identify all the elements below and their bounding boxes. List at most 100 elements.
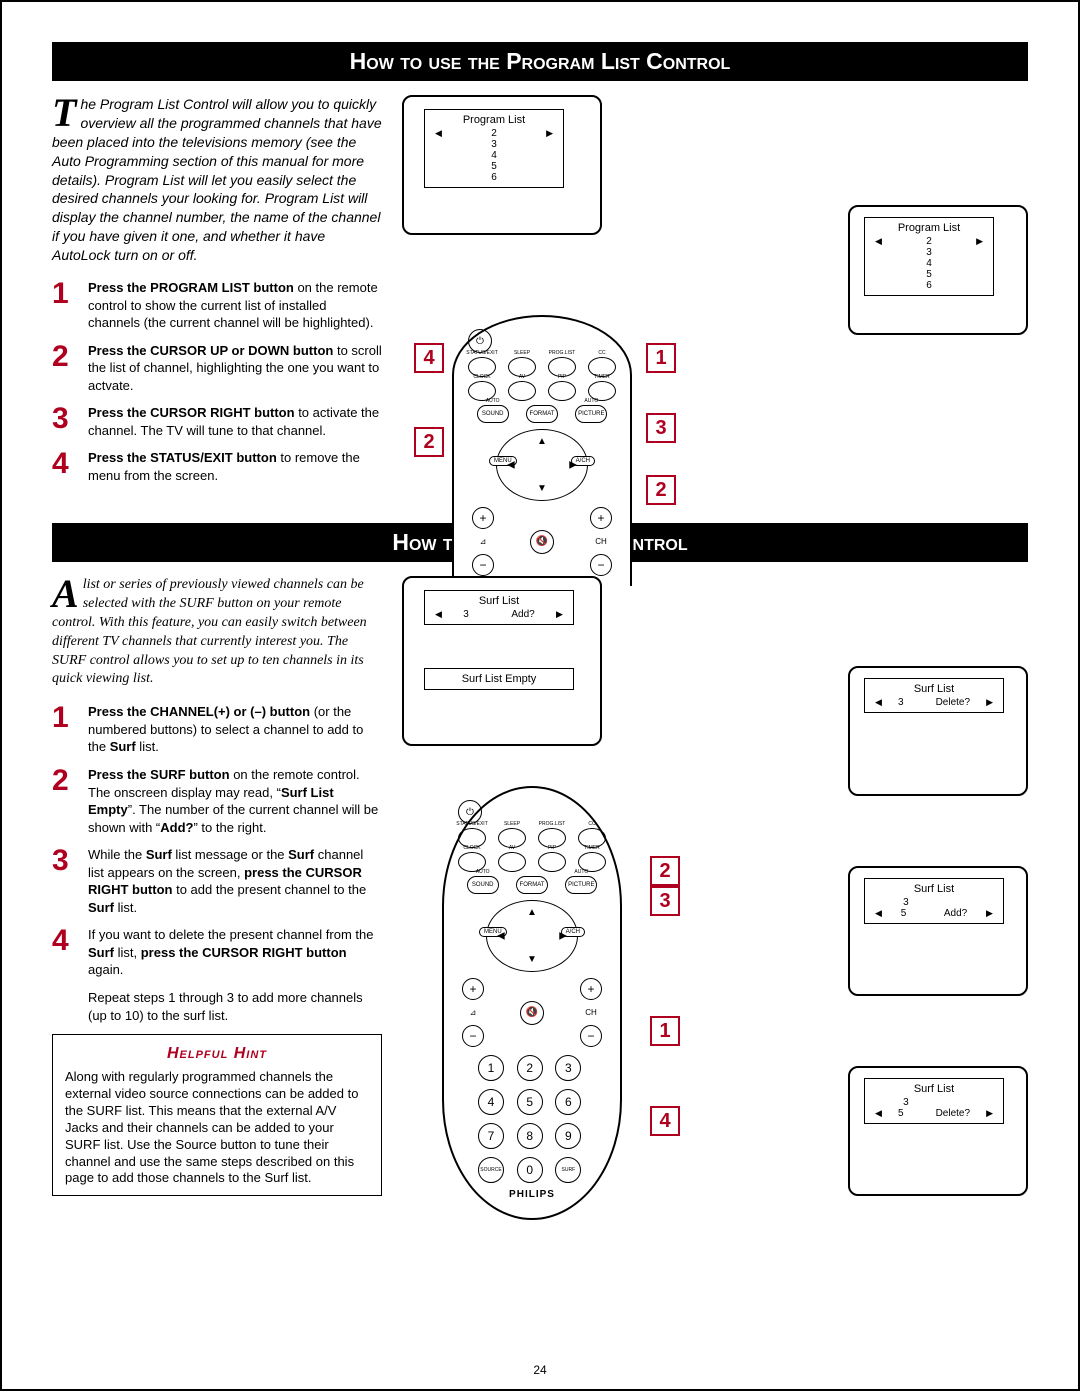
- button-label: FORMAT: [530, 411, 555, 417]
- page-number: 24: [2, 1363, 1078, 1377]
- callout-1: 1: [646, 343, 676, 373]
- num-8[interactable]: 8: [517, 1123, 543, 1149]
- surf-osd-title-3: Surf List: [871, 883, 997, 895]
- step-number: 4: [52, 926, 74, 979]
- num-9[interactable]: 9: [555, 1123, 581, 1149]
- ch-up[interactable]: +: [580, 978, 602, 1000]
- mute-button[interactable]: 🔇: [520, 1001, 544, 1025]
- cursor-left-icon[interactable]: ◀: [507, 460, 515, 471]
- button-top-label: AUTO: [476, 869, 490, 875]
- osd-item: 2: [926, 236, 932, 247]
- repeat-note: Repeat steps 1 through 3 to add more cha…: [88, 989, 382, 1024]
- vol-label: ⊿: [480, 537, 487, 546]
- ch-up[interactable]: +: [590, 507, 612, 529]
- cursor-up-icon[interactable]: ▲: [527, 907, 537, 918]
- ch-down[interactable]: −: [590, 554, 612, 576]
- vol-label: ⊿: [470, 1008, 477, 1017]
- step-text: Press the SURF button on the remote cont…: [88, 766, 382, 836]
- av-button[interactable]: AV: [498, 852, 526, 872]
- surf-osd-title-1: Surf List: [431, 595, 567, 607]
- dpad[interactable]: MENU A/CH ▲ ▼ ◀ ▶: [486, 900, 578, 972]
- surf-num-3a: 3: [903, 897, 909, 908]
- pip-button[interactable]: PIP: [548, 381, 576, 401]
- picture-button[interactable]: AUTOPICTURE: [565, 876, 597, 894]
- arrow-right-icon: ▶: [986, 1108, 993, 1119]
- button-label: SLEEP: [504, 821, 520, 827]
- num-7[interactable]: 7: [478, 1123, 504, 1149]
- intro-surf: Alist or series of previously viewed cha…: [52, 576, 382, 689]
- arrow-left-icon: ◀: [435, 128, 442, 139]
- arrow-left-icon: ◀: [875, 908, 882, 919]
- button-label: FORMAT: [520, 882, 545, 888]
- button-label: PROG.LIST: [549, 350, 576, 356]
- format-button[interactable]: FORMAT: [526, 405, 558, 423]
- mute-button[interactable]: 🔇: [530, 530, 554, 554]
- button-label: SLEEP: [514, 350, 530, 356]
- arrow-right-icon: ▶: [546, 128, 553, 139]
- surf-action-delete: Delete?: [936, 697, 970, 708]
- cursor-left-icon[interactable]: ◀: [497, 931, 505, 942]
- step-text: Press the PROGRAM LIST button on the rem…: [88, 279, 382, 332]
- picture-button[interactable]: AUTOPICTURE: [575, 405, 607, 423]
- vol-up[interactable]: +: [462, 978, 484, 1000]
- ch-down[interactable]: −: [580, 1025, 602, 1047]
- button-label: CC: [598, 350, 605, 356]
- dpad[interactable]: MENU A/CH ▲ ▼ ◀ ▶: [496, 429, 588, 501]
- intro-program-list: The Program List Control will allow you …: [52, 95, 382, 265]
- button-label: AV: [509, 845, 515, 851]
- remote-full: ⏻ STATUS/EXITSLEEPPROG.LISTCC CLOCKAVPIP…: [442, 786, 622, 1220]
- vol-down[interactable]: −: [462, 1025, 484, 1047]
- brand-label: PHILIPS: [458, 1189, 606, 1200]
- vol-down[interactable]: −: [472, 554, 494, 576]
- button-label: STATUS/EXIT: [456, 821, 487, 827]
- button-label: PICTURE: [568, 882, 594, 888]
- cursor-right-icon[interactable]: ▶: [559, 931, 567, 942]
- step-number: 1: [52, 703, 74, 756]
- button-top-label: AUTO: [574, 869, 588, 875]
- osd-item: 6: [491, 172, 497, 183]
- step-number: 4: [52, 449, 74, 484]
- num-5[interactable]: 5: [517, 1089, 543, 1115]
- button-top-label: AUTO: [486, 398, 500, 404]
- button-label: SOUND: [482, 411, 504, 417]
- button-label: CLOCK: [473, 374, 490, 380]
- arrow-right-icon: ▶: [976, 236, 983, 247]
- cursor-down-icon[interactable]: ▼: [537, 483, 547, 494]
- vol-up[interactable]: +: [472, 507, 494, 529]
- step-number: 3: [52, 404, 74, 439]
- surf-num-2: 3: [898, 697, 904, 708]
- callout-s2-4: 4: [650, 1106, 680, 1136]
- cursor-up-icon[interactable]: ▲: [537, 436, 547, 447]
- num-0[interactable]: 0: [517, 1157, 543, 1183]
- callout-s2-2: 2: [650, 856, 680, 886]
- button-label: SOUND: [472, 882, 494, 888]
- num-source[interactable]: SOURCE: [478, 1157, 504, 1183]
- num-6[interactable]: 6: [555, 1089, 581, 1115]
- callout-4: 4: [414, 343, 444, 373]
- tv-surf-3: Surf List 3 ◀5Add?▶: [848, 866, 1028, 996]
- num-4[interactable]: 4: [478, 1089, 504, 1115]
- step-text: Press the CURSOR UP or DOWN button to sc…: [88, 342, 382, 395]
- callout-2a: 2: [646, 475, 676, 505]
- av-button[interactable]: AV: [508, 381, 536, 401]
- cursor-right-icon[interactable]: ▶: [569, 460, 577, 471]
- sound-button[interactable]: AUTOSOUND: [477, 405, 509, 423]
- num-3[interactable]: 3: [555, 1055, 581, 1081]
- arrow-right-icon: ▶: [986, 697, 993, 708]
- num-surf[interactable]: SURF: [555, 1157, 581, 1183]
- arrow-left-icon: ◀: [435, 609, 442, 620]
- sound-button[interactable]: AUTOSOUND: [467, 876, 499, 894]
- intro-text-2: list or series of previously viewed chan…: [52, 577, 367, 686]
- osd-item: 3: [926, 247, 932, 258]
- cursor-down-icon[interactable]: ▼: [527, 954, 537, 965]
- pip-button[interactable]: PIP: [538, 852, 566, 872]
- step-text: Press the STATUS/EXIT button to remove t…: [88, 449, 382, 484]
- arrow-left-icon: ◀: [875, 697, 882, 708]
- step-text: Press the CURSOR RIGHT button to activat…: [88, 404, 382, 439]
- callout-s2-3: 3: [650, 886, 680, 916]
- num-2[interactable]: 2: [517, 1055, 543, 1081]
- tv-surf-1: Surf List ◀3Add?▶ Surf List Empty: [402, 576, 602, 746]
- tv-surf-2: Surf List ◀3Delete?▶: [848, 666, 1028, 796]
- num-1[interactable]: 1: [478, 1055, 504, 1081]
- format-button[interactable]: FORMAT: [516, 876, 548, 894]
